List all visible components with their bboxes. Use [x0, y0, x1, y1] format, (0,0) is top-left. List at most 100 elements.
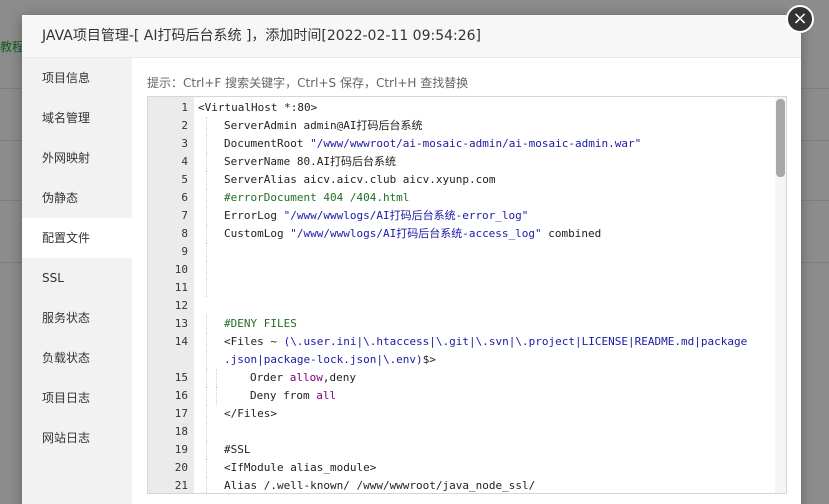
sidebar-item[interactable]: 配置文件	[22, 218, 132, 258]
dialog-header: JAVA项目管理-[ AI打码后台系统 ]，添加时间[2022-02-11 09…	[22, 15, 801, 58]
code-line: 2 ServerAdmin admin@AI打码后台系统	[148, 117, 778, 135]
code-token: "/www/wwwlogs/AI打码后台系统-access_log"	[290, 227, 542, 240]
code-token: Deny from	[250, 389, 317, 402]
code-line: 14 <Files ~ (\.user.ini|\.htaccess|\.git…	[148, 333, 778, 351]
dialog-sidebar: 项目信息 域名管理 外网映射 伪静态 配置文件 SSL 服务状态 负载状态 项目日志 网站日志	[22, 58, 132, 504]
code-line: 8 CustomLog "/www/wwwlogs/AI打码后台系统-access…	[148, 225, 778, 243]
line-number: 19	[174, 443, 188, 456]
code-text: </Files>	[224, 405, 277, 423]
code-text: ServerAlias aicv.aicv.club aicv.xyunp.co…	[224, 171, 496, 189]
indent-guide	[216, 387, 217, 405]
code-line: 21 Alias /.well-known/ /www/wwwroot/java_…	[148, 477, 778, 493]
indent-guide	[206, 423, 207, 441]
sidebar-item[interactable]: 负载状态	[22, 338, 132, 378]
indent-guide	[206, 261, 207, 279]
sidebar-item[interactable]: 伪静态	[22, 178, 132, 218]
code-line: 1 <VirtualHost *:80>	[148, 99, 778, 117]
line-number: 20	[174, 461, 188, 474]
line-number: 11	[174, 281, 188, 294]
line-number: 21	[174, 479, 188, 492]
code-token: ServerAlias aicv.aicv.club aicv.xyunp.co…	[224, 173, 496, 186]
indent-guide	[206, 387, 207, 405]
code-line: 16 Deny from all	[148, 387, 778, 405]
code-text: <VirtualHost *:80>	[198, 99, 317, 117]
code-token: ErrorLog	[224, 209, 284, 222]
code-text: <Files ~ (\.user.ini|\.htaccess|\.git|\.…	[224, 333, 747, 351]
code-line: 6 #errorDocument 404 /404.html	[148, 189, 778, 207]
indent-guide	[206, 279, 207, 297]
line-number: 5	[181, 173, 188, 186]
code-token: "/www/wwwlogs/AI打码后台系统-error_log"	[283, 209, 529, 222]
scrollbar-thumb[interactable]	[776, 99, 785, 177]
sidebar-item[interactable]: 网站日志	[22, 418, 132, 458]
code-text: Alias /.well-known/ /www/wwwroot/java_no…	[224, 477, 536, 493]
code-area[interactable]: 1 <VirtualHost *:80> 2 ServerAdmin admin@AI…	[148, 99, 778, 493]
line-number: 9	[181, 245, 188, 258]
code-token: CustomLog	[224, 227, 291, 240]
line-number: 3	[181, 137, 188, 150]
indent-guide	[206, 405, 207, 423]
code-token: <VirtualHost *:80>	[198, 101, 318, 114]
code-text: #errorDocument 404 /404.html	[224, 189, 409, 207]
shortcut-hint: 提示：Ctrl+F 搜索关键字，Ctrl+S 保存，Ctrl+H 查找替换	[147, 76, 469, 90]
code-token: <Files ~	[224, 335, 284, 348]
indent-guide	[206, 117, 207, 135]
line-number: 7	[181, 209, 188, 222]
sidebar-item[interactable]: 服务状态	[22, 298, 132, 338]
code-line: 10	[148, 261, 778, 279]
code-token: (\.user.ini|\.htaccess|\.git|\.svn|\.pro…	[283, 335, 748, 348]
sidebar-item[interactable]: SSL	[22, 258, 132, 298]
line-number: 2	[181, 119, 188, 132]
sidebar-item[interactable]: 外网映射	[22, 138, 132, 178]
code-line: 12	[148, 297, 778, 315]
line-number: 12	[174, 299, 188, 312]
code-line: 19 #SSL	[148, 441, 778, 459]
config-code-editor[interactable]: 1 <VirtualHost *:80> 2 ServerAdmin admin@AI…	[147, 96, 787, 494]
line-number: 18	[174, 425, 188, 438]
line-number: 4	[181, 155, 188, 168]
indent-guide	[206, 189, 207, 207]
code-text: ServerAdmin admin@AI打码后台系统	[224, 117, 422, 135]
code-text: #SSL	[224, 441, 251, 459]
indent-guide	[206, 243, 207, 261]
line-number: 17	[174, 407, 188, 420]
code-text: ErrorLog "/www/wwwlogs/AI打码后台系统-error_lo…	[224, 207, 528, 225]
indent-guide	[206, 315, 207, 333]
code-token: all	[316, 389, 337, 402]
code-token: #SSL	[224, 443, 251, 456]
code-text: Deny from all	[250, 387, 336, 405]
line-number: 14	[174, 335, 188, 348]
code-token: #errorDocument 404 /404.html	[224, 191, 410, 204]
code-token: "/www/wwwroot/ai-mosaic-admin/ai-mosaic-…	[310, 137, 642, 150]
code-line: 15 Order allow,deny	[148, 369, 778, 387]
code-token: Alias /.well-known/ /www/wwwroot/java_no…	[224, 479, 536, 492]
line-number: 10	[174, 263, 188, 276]
code-token: DocumentRoot	[224, 137, 311, 150]
code-line: 5 ServerAlias aicv.aicv.club aicv.xyunp.c…	[148, 171, 778, 189]
close-icon[interactable]: ×	[786, 5, 814, 33]
code-line: 11	[148, 279, 778, 297]
editor-scrollbar[interactable]	[775, 97, 786, 493]
code-line: 7 ErrorLog "/www/wwwlogs/AI打码后台系统-error_l…	[148, 207, 778, 225]
sidebar-item[interactable]: 项目信息	[22, 58, 132, 98]
code-text: #DENY FILES	[224, 315, 297, 333]
indent-guide	[206, 153, 207, 171]
indent-guide	[206, 333, 207, 351]
indent-guide	[206, 351, 207, 369]
indent-guide	[206, 171, 207, 189]
code-line: 9	[148, 243, 778, 261]
code-text: ServerName 80.AI打码后台系统	[224, 153, 396, 171]
indent-guide	[206, 207, 207, 225]
sidebar-item[interactable]: 域名管理	[22, 98, 132, 138]
code-line: 3 DocumentRoot "/www/wwwroot/ai-mosaic-ad…	[148, 135, 778, 153]
sidebar-item[interactable]: 项目日志	[22, 378, 132, 418]
indent-guide	[206, 225, 207, 243]
code-text: CustomLog "/www/wwwlogs/AI打码后台系统-access_…	[224, 225, 601, 243]
line-number: 16	[174, 389, 188, 402]
code-token: ServerName 80.AI打码后台系统	[224, 155, 396, 168]
line-number: 13	[174, 317, 188, 330]
code-line: 20 <IfModule alias_module>	[148, 459, 778, 477]
code-token: <IfModule alias_module>	[224, 461, 377, 474]
project-manage-dialog: JAVA项目管理-[ AI打码后台系统 ]，添加时间[2022-02-11 09…	[22, 15, 801, 504]
indent-guide	[206, 369, 207, 387]
